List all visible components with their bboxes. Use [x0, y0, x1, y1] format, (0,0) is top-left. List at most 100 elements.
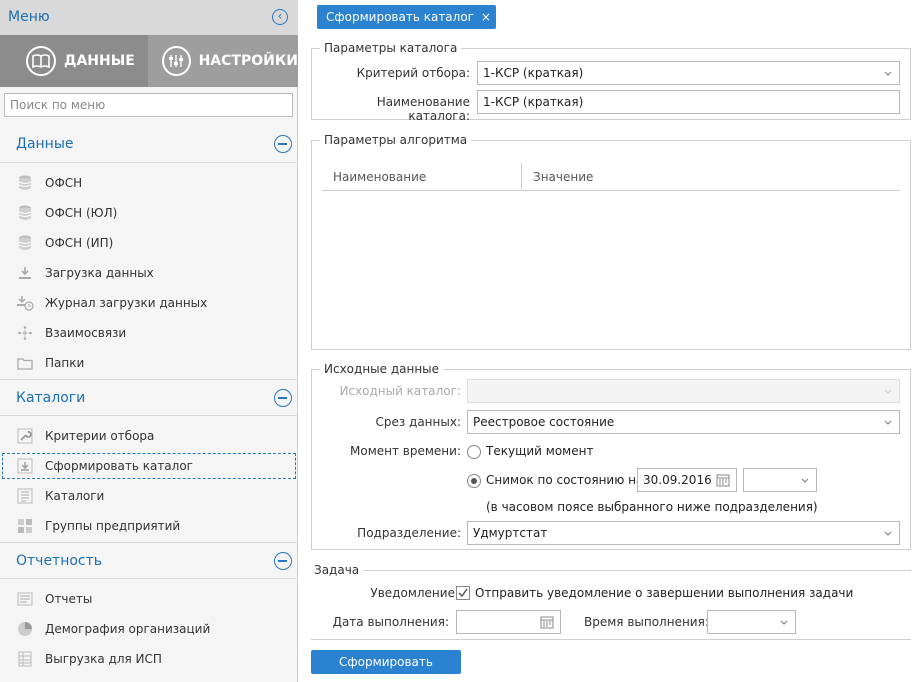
sidebar-item-label: Журнал загрузки данных [45, 296, 208, 310]
column-header-value[interactable]: Значение [533, 170, 593, 184]
folder-icon [16, 355, 34, 371]
sidebar-item-ofsn-ul[interactable]: ОФСН (ЮЛ) [0, 198, 298, 228]
sidebar-item-label: ОФСН (ИП) [45, 236, 114, 250]
radio-current-moment-label: Текущий момент [486, 444, 594, 458]
notification-label: Уведомление: [370, 586, 459, 600]
source-data-group: Исходные данные Исходный каталог: Срез д… [311, 362, 911, 550]
sidebar-item-data-load[interactable]: Загрузка данных [0, 258, 298, 288]
close-icon[interactable]: × [481, 5, 491, 29]
execution-time-select[interactable] [707, 610, 796, 634]
criterion-select[interactable]: 1-КСР (краткая) [477, 61, 900, 85]
table-icon [16, 651, 34, 667]
sidebar-title: Меню [8, 9, 50, 25]
sidebar-item-folders[interactable]: Папки [0, 348, 298, 378]
calendar-icon[interactable] [540, 615, 554, 629]
tab-data-label: ДАННЫЕ [64, 53, 135, 69]
radio-snapshot-label: Снимок по состоянию на [486, 473, 644, 487]
snapshot-date-input[interactable]: 30.09.2016 [637, 468, 737, 492]
tab-data[interactable]: ДАННЫЕ [0, 35, 148, 87]
sidebar-item-ofsn-ip[interactable]: ОФСН (ИП) [0, 228, 298, 258]
sidebar-header: Меню ‹ [0, 0, 298, 35]
database-icon [16, 205, 34, 221]
execution-date-input[interactable] [456, 610, 561, 634]
snapshot-time-select[interactable] [743, 468, 817, 492]
sidebar-item-build-catalog[interactable]: Сформировать каталог [0, 451, 298, 481]
notification-checkbox[interactable] [456, 586, 470, 600]
tab-build-catalog[interactable]: Сформировать каталог × [317, 5, 496, 29]
sidebar-item-reports[interactable]: Отчеты [0, 584, 298, 614]
section-catalogs[interactable]: Каталоги [0, 379, 298, 416]
database-icon [16, 235, 34, 251]
main-content: Сформировать каталог × Параметры каталог… [300, 0, 915, 682]
column-header-name[interactable]: Наименование [333, 170, 426, 184]
sidebar-item-demography[interactable]: Демография организаций [0, 614, 298, 644]
section-catalogs-label: Каталоги [16, 390, 86, 406]
export-icon [16, 458, 34, 474]
catalog-icon [16, 488, 34, 504]
sidebar-item-label: Папки [45, 356, 85, 370]
network-icon [16, 325, 34, 341]
chevron-down-icon [780, 620, 788, 625]
tab-build-catalog-label: Сформировать каталог [326, 10, 474, 24]
sidebar-item-relations[interactable]: Взаимосвязи [0, 318, 298, 348]
download-icon [16, 265, 34, 281]
section-reporting-label: Отчетность [16, 553, 103, 569]
task-legend: Задача [311, 563, 364, 577]
collapse-section-icon[interactable] [274, 389, 292, 407]
tab-settings[interactable]: НАСТРОЙКИ [148, 35, 298, 87]
build-catalog-button[interactable]: Сформировать [311, 650, 461, 674]
sidebar: Меню ‹ ДАННЫЕ НАСТРОЙКИ Данные ОФСН ОФСН… [0, 0, 298, 682]
source-catalog-select[interactable] [467, 379, 900, 403]
collapse-section-icon[interactable] [274, 135, 292, 153]
sidebar-item-label: Отчеты [45, 592, 93, 606]
source-data-legend: Исходные данные [320, 362, 444, 376]
algo-params-grid-header: Наименование Значение [322, 163, 900, 191]
algo-params-legend: Параметры алгоритма [320, 133, 472, 147]
calendar-icon[interactable] [716, 473, 730, 487]
collapse-section-icon[interactable] [274, 552, 292, 570]
division-label: Подразделение: [357, 526, 461, 540]
sidebar-item-label: Каталоги [45, 489, 105, 503]
data-slice-select[interactable]: Реестровое состояние [467, 410, 900, 434]
catalog-name-value: 1-КСР (краткая) [483, 95, 584, 109]
sidebar-item-ofsn[interactable]: ОФСН [0, 168, 298, 198]
wrench-icon [16, 428, 34, 444]
tab-settings-label: НАСТРОЙКИ [198, 53, 298, 69]
chevron-down-icon [884, 389, 892, 394]
sidebar-item-catalogs[interactable]: Каталоги [0, 481, 298, 511]
data-slice-value: Реестровое состояние [473, 415, 615, 429]
catalog-name-input[interactable]: 1-КСР (краткая) [477, 90, 900, 114]
division-select[interactable]: Удмуртстат [467, 521, 900, 545]
section-reporting[interactable]: Отчетность [0, 542, 298, 579]
radio-current-moment[interactable] [467, 445, 481, 459]
sidebar-item-load-journal[interactable]: Журнал загрузки данных [0, 288, 298, 318]
radio-snapshot[interactable] [467, 474, 481, 488]
section-data[interactable]: Данные [0, 126, 298, 163]
menu-search-input[interactable] [4, 93, 293, 117]
sidebar-item-label: Демография организаций [45, 622, 211, 636]
sidebar-item-label: ОФСН [45, 176, 83, 190]
book-icon [26, 46, 56, 76]
group-icon [16, 518, 34, 534]
section-data-label: Данные [16, 136, 74, 152]
execution-time-label: Время выполнения: [584, 615, 709, 629]
sidebar-item-label: Выгрузка для ИСП [45, 652, 162, 666]
sidebar-item-label: ОФСН (ЮЛ) [45, 206, 118, 220]
chevron-down-icon [884, 420, 892, 425]
catalog-name-label: Наименование каталога: [376, 95, 470, 123]
sidebar-item-label: Сформировать каталог [45, 459, 193, 473]
division-value: Удмуртстат [473, 526, 548, 540]
time-moment-label: Момент времени: [350, 444, 461, 458]
timezone-note: (в часовом поясе выбранного ниже подразд… [486, 500, 818, 514]
task-group: Задача Уведомление: Отправить уведомлени… [311, 563, 911, 640]
sidebar-item-enterprise-groups[interactable]: Группы предприятий [0, 511, 298, 541]
chevron-down-icon [801, 478, 809, 483]
sidebar-item-criteria[interactable]: Критерии отбора [0, 421, 298, 451]
pie-chart-icon [16, 621, 34, 637]
catalog-params-group: Параметры каталога Критерий отбора: 1-КС… [311, 41, 911, 123]
collapse-sidebar-icon[interactable]: ‹ [272, 9, 288, 25]
algo-params-group: Параметры алгоритма Наименование Значени… [311, 133, 911, 350]
chevron-down-icon [884, 531, 892, 536]
source-catalog-label: Исходный каталог: [339, 384, 461, 398]
sidebar-item-isp-export[interactable]: Выгрузка для ИСП [0, 644, 298, 674]
